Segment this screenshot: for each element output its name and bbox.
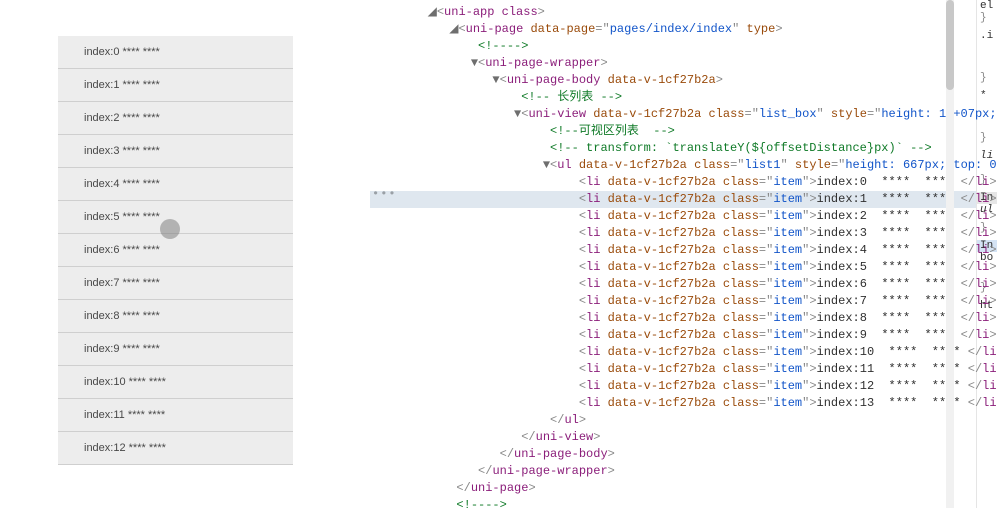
dom-node[interactable]: </uni-view> <box>370 429 976 446</box>
list-item[interactable]: index:0 **** **** <box>58 36 293 69</box>
list-item[interactable]: index:4 **** **** <box>58 168 293 201</box>
mouse-cursor-ripple <box>160 219 180 239</box>
vertical-scrollbar[interactable] <box>946 0 954 508</box>
list-item[interactable]: index:10 **** **** <box>58 366 293 399</box>
app-preview-panel: index:0 **** ****index:1 **** ****index:… <box>0 0 370 508</box>
dom-node[interactable]: <li data-v-1cf27b2a class="item">index:5… <box>370 259 976 276</box>
dom-node[interactable]: <li data-v-1cf27b2a class="item">index:2… <box>370 208 976 225</box>
dom-node[interactable]: </ul> <box>370 412 976 429</box>
elements-dom-tree[interactable]: ••• ◢<uni-app class> ◢<uni-page data-pag… <box>370 0 976 508</box>
dom-node[interactable]: <li data-v-1cf27b2a class="item">index:4… <box>370 242 976 259</box>
list-item[interactable]: index:6 **** **** <box>58 234 293 267</box>
dom-node-selected[interactable]: <li data-v-1cf27b2a class="item">index:1… <box>370 191 976 208</box>
dom-node[interactable]: <li data-v-1cf27b2a class="item">index:1… <box>370 378 976 395</box>
dom-node[interactable]: <li data-v-1cf27b2a class="item">index:3… <box>370 225 976 242</box>
dom-node[interactable]: ▼<uni-page-wrapper> <box>370 55 976 72</box>
dom-node[interactable]: </uni-page-wrapper> <box>370 463 976 480</box>
dom-node[interactable]: </uni-page-body> <box>370 446 976 463</box>
list-item[interactable]: index:9 **** **** <box>58 333 293 366</box>
list-item[interactable]: index:1 **** **** <box>58 69 293 102</box>
selected-line-indicator: ••• <box>372 186 397 203</box>
styles-fragment: el <box>977 0 997 12</box>
list-item[interactable]: index:2 **** **** <box>58 102 293 135</box>
list-item[interactable]: index:3 **** **** <box>58 135 293 168</box>
dom-node[interactable]: <li data-v-1cf27b2a class="item">index:1… <box>370 395 976 412</box>
dom-node[interactable]: <!-- transform: `translateY(${offsetDist… <box>370 140 976 157</box>
list-item[interactable]: index:12 **** **** <box>58 432 293 465</box>
list-item[interactable]: index:11 **** **** <box>58 399 293 432</box>
dom-node[interactable]: ◢<uni-page data-page="pages/index/index"… <box>370 21 976 38</box>
styles-fragment: } <box>977 132 997 144</box>
preview-list[interactable]: index:0 **** ****index:1 **** ****index:… <box>58 36 293 465</box>
scrollbar-thumb[interactable] <box>946 0 954 90</box>
dom-node[interactable]: <li data-v-1cf27b2a class="item">index:7… <box>370 293 976 310</box>
styles-fragment: } <box>977 12 997 24</box>
dom-node[interactable]: <!--可视区列表 --> <box>370 123 976 140</box>
dom-node[interactable]: </uni-page> <box>370 480 976 497</box>
list-item[interactable]: index:8 **** **** <box>58 300 293 333</box>
dom-node[interactable]: ▼<uni-page-body data-v-1cf27b2a> <box>370 72 976 89</box>
dom-node[interactable]: ◢<uni-app class> <box>370 4 976 21</box>
dom-node[interactable]: <li data-v-1cf27b2a class="item">index:6… <box>370 276 976 293</box>
styles-fragment: } <box>977 72 997 84</box>
dom-node[interactable]: <li data-v-1cf27b2a class="item">index:1… <box>370 344 976 361</box>
list-item[interactable]: index:7 **** **** <box>58 267 293 300</box>
dom-node[interactable]: <li data-v-1cf27b2a class="item">index:0… <box>370 174 976 191</box>
dom-node[interactable]: <li data-v-1cf27b2a class="item">index:9… <box>370 327 976 344</box>
dom-node[interactable]: ▼<uni-view data-v-1cf27b2a class="list_b… <box>370 106 976 123</box>
dom-node[interactable]: <!----> <box>370 38 976 55</box>
dom-node[interactable]: <li data-v-1cf27b2a class="item">index:1… <box>370 361 976 378</box>
dom-node[interactable]: <!----> <box>370 497 976 508</box>
dom-node[interactable]: ▼<ul data-v-1cf27b2a class="list1" style… <box>370 157 976 174</box>
styles-fragment: .i <box>977 30 997 42</box>
dom-node[interactable]: <li data-v-1cf27b2a class="item">index:8… <box>370 310 976 327</box>
dom-node[interactable]: <!-- 长列表 --> <box>370 89 976 106</box>
styles-fragment: * <box>977 90 997 102</box>
